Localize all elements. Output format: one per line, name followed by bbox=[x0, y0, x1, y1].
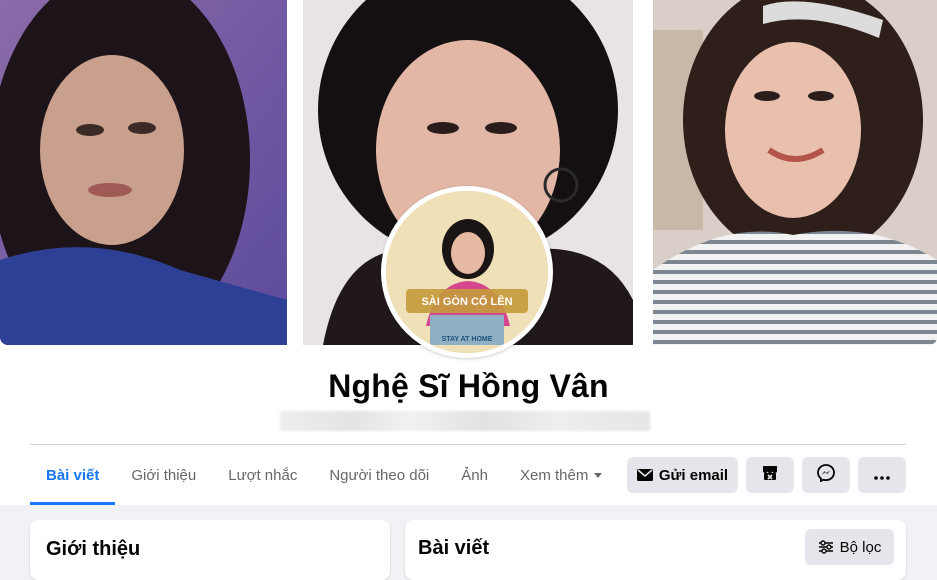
posts-card: Bài viết Bộ lọc bbox=[405, 520, 906, 580]
intro-title: Giới thiệu bbox=[46, 538, 141, 560]
posts-title: Bài viết bbox=[418, 537, 490, 559]
shop-button[interactable] bbox=[746, 457, 794, 493]
caret-down-icon bbox=[594, 472, 603, 478]
tab-more[interactable]: Xem thêm bbox=[504, 455, 618, 495]
messenger-button[interactable] bbox=[802, 457, 850, 493]
more-options-button[interactable] bbox=[858, 457, 906, 493]
avatar-image: SÀI GÒN CỐ LÊN STAY AT HOME bbox=[386, 191, 548, 353]
tab-photos[interactable]: Ảnh bbox=[445, 455, 504, 495]
intro-card: Giới thiệu bbox=[30, 520, 390, 580]
page-title: Nghệ Sĩ Hồng Vân bbox=[328, 368, 609, 404]
more-icon bbox=[874, 467, 890, 484]
filter-sliders-icon bbox=[818, 540, 834, 554]
messenger-icon bbox=[817, 464, 835, 486]
cover-photo-right bbox=[653, 0, 937, 345]
avatar-badge-text: SÀI GÒN CỐ LÊN bbox=[421, 294, 512, 308]
tab-posts[interactable]: Bài viết bbox=[30, 455, 116, 505]
tab-mentions[interactable]: Lượt nhắc bbox=[212, 455, 313, 495]
tab-followers[interactable]: Người theo dõi bbox=[313, 455, 445, 495]
filter-button[interactable]: Bộ lọc bbox=[805, 529, 894, 565]
send-email-button[interactable]: Gửi email bbox=[627, 457, 738, 493]
avatar-sub-text: STAY AT HOME bbox=[442, 336, 493, 343]
filter-label: Bộ lọc bbox=[839, 538, 882, 556]
profile-avatar[interactable]: SÀI GÒN CỐ LÊN STAY AT HOME bbox=[381, 186, 553, 358]
cover-photo-left bbox=[0, 0, 287, 345]
shop-icon bbox=[762, 465, 778, 485]
tab-about[interactable]: Giới thiệu bbox=[115, 455, 212, 495]
blurred-subtitle bbox=[280, 411, 650, 431]
header-divider bbox=[30, 444, 906, 445]
tab-more-label: Xem thêm bbox=[519, 466, 589, 484]
profile-tabs: Bài viết Giới thiệu Lượt nhắc Người theo… bbox=[30, 455, 618, 505]
send-email-label: Gửi email bbox=[658, 466, 729, 484]
envelope-icon bbox=[636, 469, 653, 481]
